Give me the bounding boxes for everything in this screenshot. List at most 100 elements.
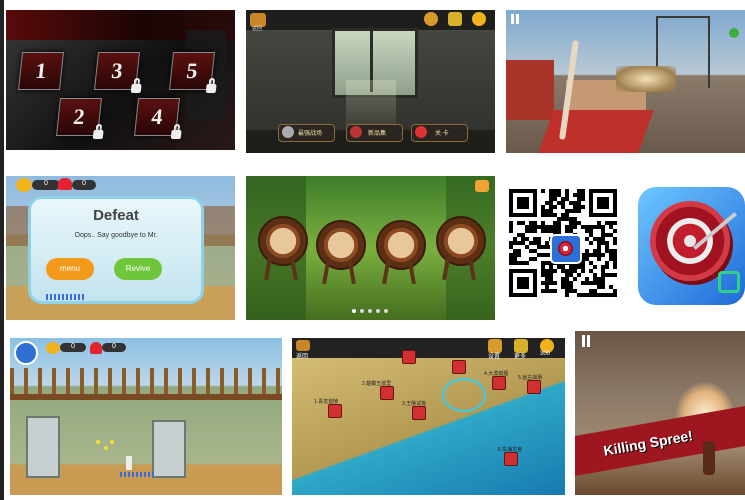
level-target-2[interactable]	[316, 220, 366, 270]
qr-module	[569, 289, 573, 293]
place-label: 6.东海龙宫	[498, 447, 523, 453]
target-icon	[415, 126, 427, 138]
qr-module	[613, 261, 617, 265]
qr-module	[513, 241, 517, 245]
level-target-3[interactable]	[376, 220, 426, 270]
page-dot[interactable]	[376, 309, 380, 313]
qr-module	[521, 221, 525, 225]
qr-module	[553, 221, 557, 225]
back-arrow-icon[interactable]	[14, 341, 38, 365]
qr-module	[573, 265, 577, 269]
level-target-4[interactable]	[436, 216, 486, 266]
qr-module	[537, 225, 541, 229]
qr-module	[573, 277, 577, 281]
page-dot[interactable]	[360, 309, 364, 313]
pause-icon[interactable]	[581, 335, 591, 347]
qr-module	[521, 237, 525, 241]
status-icon	[729, 28, 739, 38]
qr-module	[541, 213, 545, 217]
qr-module	[609, 233, 613, 237]
qr-module	[601, 241, 605, 245]
level-node[interactable]	[412, 406, 426, 420]
qr-module	[605, 265, 609, 269]
qr-module	[613, 257, 617, 261]
qr-module	[561, 213, 565, 217]
settings-icon[interactable]	[475, 180, 489, 192]
back-arrow-icon[interactable]	[296, 340, 310, 351]
qr-module	[561, 217, 565, 221]
level-4-button[interactable]: 4	[134, 98, 182, 139]
thumbnail-room[interactable]: 0 0	[10, 338, 282, 495]
more-icon[interactable]	[448, 12, 462, 26]
qr-module	[553, 289, 557, 293]
qr-module	[553, 269, 557, 273]
qr-module	[521, 233, 525, 237]
page-indicator[interactable]	[350, 300, 394, 313]
qr-module	[569, 281, 573, 285]
qr-module	[557, 217, 561, 221]
red-roof	[538, 110, 654, 153]
pause-icon[interactable]	[510, 14, 520, 24]
thumbnail-bow-shooter[interactable]	[506, 10, 745, 153]
thumbnail-forest-levels[interactable]	[246, 176, 495, 320]
page-dot[interactable]	[384, 309, 388, 313]
qr-module	[565, 217, 569, 221]
qr-module	[577, 193, 581, 197]
portal-ring	[442, 378, 486, 412]
level-node[interactable]	[492, 376, 506, 390]
qr-module	[593, 249, 597, 253]
qr-module	[565, 193, 569, 197]
app-icon[interactable]	[638, 187, 745, 305]
qr-module	[537, 241, 541, 245]
qr-module	[597, 257, 601, 261]
qr-module	[597, 241, 601, 245]
qr-module	[609, 225, 613, 229]
qr-module	[541, 209, 545, 213]
qr-module	[573, 217, 577, 221]
level-node[interactable]	[328, 404, 342, 418]
thumbnail-level-select[interactable]: 1 3 5 2 4	[6, 10, 235, 150]
qr-module	[613, 241, 617, 245]
qr-code[interactable]	[506, 186, 621, 305]
qr-module	[593, 225, 597, 229]
qr-module	[549, 213, 553, 217]
qr-module	[509, 225, 513, 229]
thumbnail-world-map[interactable]: 返回 设置 更多 300 2.楚霸王故里 1.青龙首陵 4.大漠孤烟 5.远古战…	[292, 338, 565, 495]
page-dot[interactable]	[352, 309, 356, 313]
door-left	[26, 416, 60, 478]
target-icon	[650, 201, 730, 281]
place-label: 2.楚霸王故里	[362, 381, 392, 387]
qr-module	[533, 257, 537, 261]
bow-icon	[350, 126, 362, 138]
level-target-1[interactable]	[258, 216, 308, 266]
thumbnail-defeat[interactable]: 0 0 Defeat Oops.. Say goodbye to Mr. men…	[6, 176, 235, 320]
page-dot[interactable]	[368, 309, 372, 313]
level-node[interactable]	[527, 380, 541, 394]
settings-icon[interactable]	[424, 12, 438, 26]
qr-module	[529, 257, 533, 261]
place-label: 4.大漠孤烟	[484, 371, 509, 377]
qr-module	[581, 265, 585, 269]
revive-button[interactable]: Revive	[114, 258, 162, 280]
level-node[interactable]	[402, 350, 416, 364]
thumbnail-killing-spree[interactable]: Killing Spree!	[575, 331, 745, 495]
qr-module	[577, 221, 581, 225]
menu-button[interactable]: menu	[46, 258, 94, 280]
qr-module	[565, 189, 569, 193]
thumbnail-menu-screen[interactable]: 返回 最强战场 新品集 关 卡	[246, 10, 495, 153]
qr-module	[533, 225, 537, 229]
level-node[interactable]	[380, 386, 394, 400]
level-3-button[interactable]: 3	[94, 52, 142, 93]
level-2-button[interactable]: 2	[56, 98, 104, 139]
level-5-button[interactable]: 5	[169, 52, 217, 93]
level-node[interactable]	[452, 360, 466, 374]
qr-module	[569, 285, 573, 289]
weapon-icon	[282, 126, 294, 138]
level-1-button[interactable]: 1	[18, 52, 64, 90]
level-1-label: 1	[34, 58, 48, 83]
qr-module	[541, 281, 545, 285]
level-node[interactable]	[504, 452, 518, 466]
qr-module	[545, 273, 549, 277]
qr-module	[573, 209, 577, 213]
qr-module	[589, 269, 593, 273]
